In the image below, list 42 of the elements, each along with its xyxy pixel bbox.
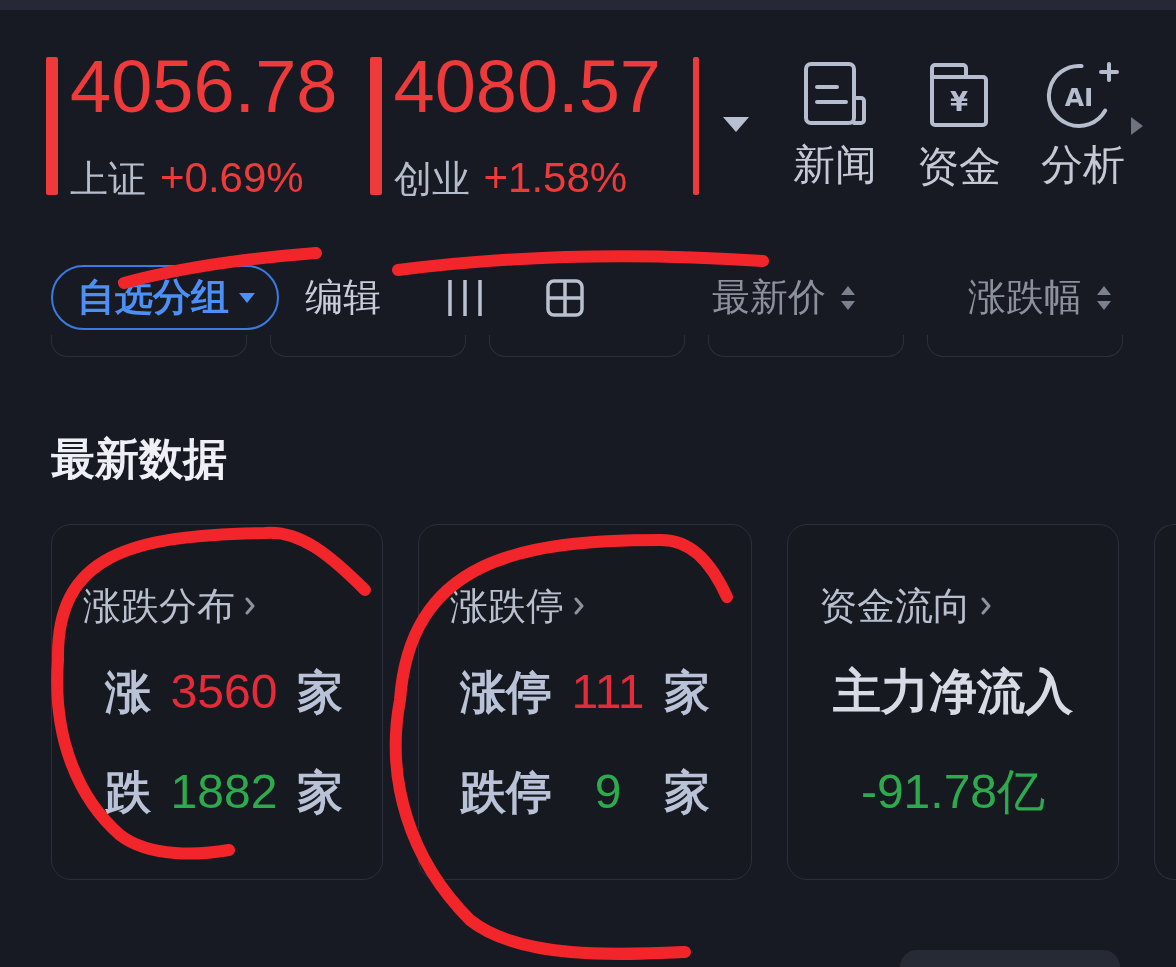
edit-button[interactable]: 编辑: [305, 272, 381, 323]
count-value: 111: [571, 664, 645, 720]
index-name: 创业: [393, 157, 470, 202]
chevron-right-icon: [245, 597, 255, 615]
quick-link-button[interactable]: ¥ 资金: [909, 62, 1009, 192]
flow-label: 主力净流入: [833, 664, 1073, 720]
unit-label: 家: [664, 765, 711, 820]
caret-down-icon[interactable]: [723, 117, 749, 132]
folder-icon: ¥: [929, 62, 989, 128]
sort-column-button[interactable]: 涨跌幅: [968, 272, 1111, 323]
index-value: 4080.57: [393, 57, 661, 117]
sort-column-button[interactable]: 最新价: [712, 272, 855, 323]
scroll-right-icon[interactable]: [1131, 117, 1143, 135]
count-value: 3560: [170, 664, 278, 720]
count-value: 9: [594, 764, 622, 820]
sort-icon: [1097, 285, 1111, 310]
sort-icon: [841, 285, 855, 310]
unit-label: 家: [664, 665, 711, 720]
unit-label: 家: [297, 765, 344, 820]
card-title-link[interactable]: 资金流向: [819, 582, 991, 630]
grid-icon[interactable]: [546, 278, 584, 317]
index-name: 上证: [70, 157, 146, 202]
card-title-link[interactable]: 涨跌分布: [83, 582, 255, 630]
row-label: 跌停: [459, 765, 552, 820]
chevron-right-icon: [574, 597, 584, 615]
unit-label: 家: [297, 665, 344, 720]
flow-value: -91.78亿: [860, 764, 1046, 820]
index-change: +0.69%: [160, 153, 304, 203]
section-title: 最新数据: [51, 433, 227, 485]
index-change: +1.58%: [483, 153, 628, 203]
index-value: 4056.78: [70, 57, 338, 117]
count-value: 1882: [170, 764, 278, 820]
quick-link-button[interactable]: 新闻: [785, 62, 885, 192]
document-icon: [803, 62, 867, 126]
row-label: 涨: [104, 665, 151, 720]
row-label: 涨停: [459, 665, 552, 720]
chevron-right-icon: [981, 597, 991, 615]
vertical-lines-icon[interactable]: [448, 279, 482, 316]
quick-link-button[interactable]: AI 分析: [1033, 62, 1133, 192]
row-label: 跌: [104, 765, 151, 820]
caret-down-icon: [239, 292, 255, 303]
card-title-link[interactable]: 涨跌停: [450, 582, 584, 630]
